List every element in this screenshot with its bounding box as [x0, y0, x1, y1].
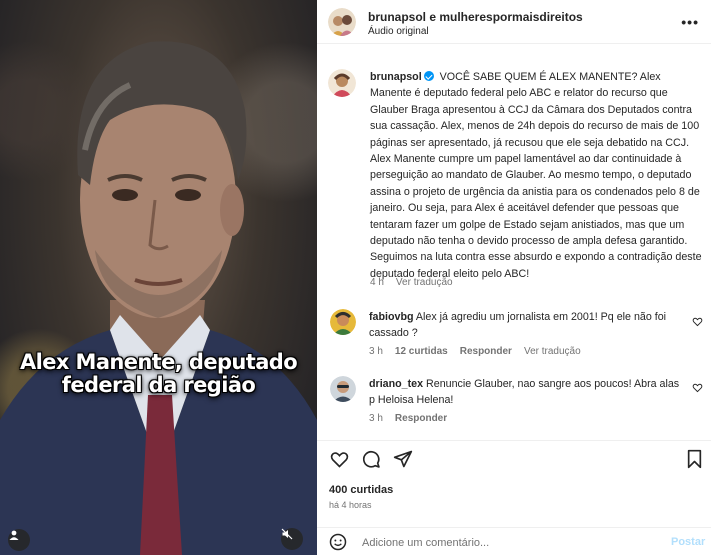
comment-item: driano_tex Renuncie Glauber, nao sangre … [369, 376, 684, 409]
comment-time[interactable]: 3 h [369, 346, 383, 357]
comment-input[interactable] [362, 534, 652, 552]
comment-likes[interactable]: 12 curtidas [395, 346, 448, 357]
comment-reply-button[interactable]: Responder [395, 413, 447, 424]
emoji-icon[interactable] [329, 533, 347, 551]
user-tag-icon [9, 530, 19, 540]
post-caption: brunapsol VOCÊ SABE QUEM É ALEX MANENTE?… [370, 69, 705, 282]
mute-button[interactable] [281, 528, 303, 550]
comment-item: fabiovbg Alex já agrediu um jornalista e… [369, 309, 684, 342]
portrait-illustration [0, 41, 317, 555]
post-media[interactable]: Alex Manente, deputado federal da região [0, 0, 317, 555]
like-heart-icon[interactable] [329, 449, 350, 469]
post-header: brunapsol e mulherespormaisdireitos Áudi… [317, 0, 711, 44]
share-send-icon[interactable] [393, 449, 413, 469]
comment-meta: 3 h 12 curtidas Responder Ver tradução [369, 346, 593, 357]
save-bookmark-icon[interactable] [686, 449, 703, 469]
caption-text: VOCÊ SABE QUEM É ALEX MANENTE? Alex Mane… [370, 71, 702, 280]
caption-time[interactable]: 4 h [370, 277, 384, 288]
original-audio-link[interactable]: Áudio original [368, 26, 429, 37]
right-eye [175, 189, 201, 201]
mute-icon [281, 528, 293, 540]
left-eye [112, 189, 138, 201]
comment-text: Alex já agrediu um jornalista em 2001! P… [369, 311, 667, 340]
post-timestamp[interactable]: há 4 horas [329, 500, 372, 510]
video-caption-line-2: federal da região [61, 373, 256, 397]
post-authors[interactable]: brunapsol e mulherespormaisdireitos [368, 10, 583, 24]
author-avatar[interactable] [328, 8, 356, 36]
comment-like-heart-icon[interactable] [692, 316, 703, 327]
caption-author-avatar[interactable] [328, 69, 356, 97]
post-comment-button[interactable]: Postar [671, 536, 705, 548]
caption-translate-link[interactable]: Ver tradução [396, 277, 453, 288]
post-details-panel: brunapsol e mulherespormaisdireitos Áudi… [317, 0, 711, 555]
comment-username[interactable]: driano_tex [369, 378, 423, 390]
more-options-icon[interactable]: ••• [681, 14, 699, 30]
video-caption-line-1: Alex Manente, deputado [19, 350, 298, 374]
caption-username[interactable]: brunapsol [370, 71, 422, 83]
comment-username[interactable]: fabiovbg [369, 311, 414, 323]
like-count[interactable]: 400 curtidas [329, 484, 393, 496]
tagged-user-button[interactable] [8, 529, 30, 551]
verified-badge-icon [423, 71, 434, 81]
comment-avatar[interactable] [330, 309, 356, 335]
comment-like-heart-icon[interactable] [692, 382, 703, 393]
comment-bubble-icon[interactable] [361, 449, 381, 469]
comment-reply-button[interactable]: Responder [460, 346, 512, 357]
caption-meta: 4 h Ver tradução [370, 277, 465, 288]
comment-avatar[interactable] [330, 376, 356, 402]
comment-meta: 3 h Responder [369, 413, 459, 424]
comment-time[interactable]: 3 h [369, 413, 383, 424]
comment-translate-link[interactable]: Ver tradução [524, 346, 581, 357]
